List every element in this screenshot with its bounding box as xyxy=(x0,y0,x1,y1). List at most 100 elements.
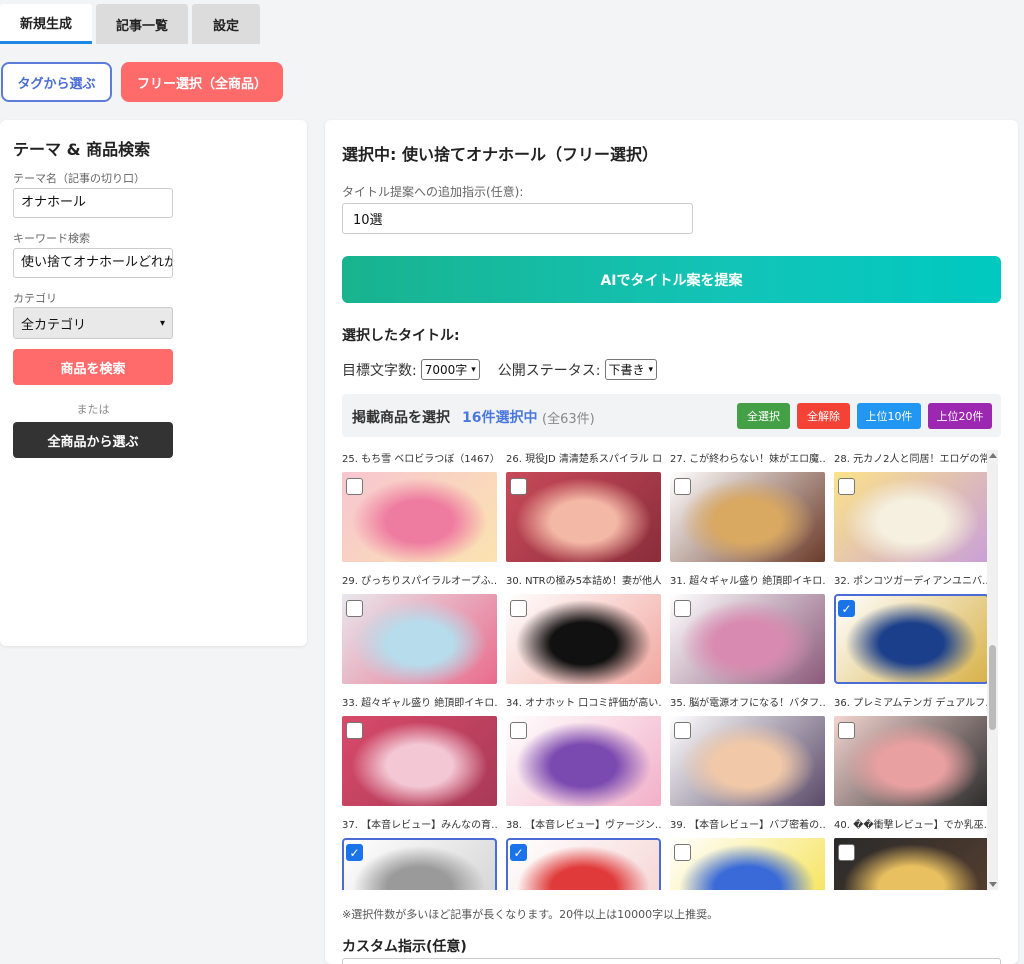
chevron-down-icon: ▾ xyxy=(648,364,654,375)
product-title: 26. 現役JD 清清楚系スパイラル ロ… xyxy=(506,454,661,465)
product-checkbox[interactable] xyxy=(346,478,363,495)
product-checkbox[interactable]: ✓ xyxy=(510,844,527,861)
product-checkbox[interactable] xyxy=(674,478,691,495)
selected-title-label: 選択したタイトル: xyxy=(342,328,460,344)
tab-articles[interactable]: 記事一覧 xyxy=(96,4,188,44)
product-checkbox[interactable] xyxy=(510,722,527,739)
tab-new[interactable]: 新規生成 xyxy=(0,4,92,44)
product-title: 35. 脳が電源オフになる！バタフ… xyxy=(670,698,825,709)
custom-instruction-label: カスタム指示(任意) xyxy=(342,939,467,955)
product-title: 38. 【本音レビュー】ヴァージン… xyxy=(506,820,661,831)
product-card[interactable]: 35. 脳が電源オフになる！バタフ… xyxy=(670,694,825,834)
product-thumbnail[interactable] xyxy=(506,594,661,684)
product-checkbox[interactable] xyxy=(510,600,527,617)
product-title: 36. プレミアムテンガ デュアルフ… xyxy=(834,698,989,709)
keyword-input[interactable]: 使い捨てオナホールどれが xyxy=(13,248,173,278)
product-thumbnail[interactable] xyxy=(834,838,989,890)
check-icon: ✓ xyxy=(349,845,360,860)
grid-scrollbar[interactable] xyxy=(987,450,998,890)
custom-instruction-input[interactable] xyxy=(342,958,1001,964)
product-card[interactable]: 38. 【本音レビュー】ヴァージン… ✓ xyxy=(506,816,661,890)
choose-all-products-button[interactable]: 全商品から選ぶ xyxy=(13,422,173,458)
product-checkbox[interactable]: ✓ xyxy=(838,600,855,617)
scroll-thumb[interactable] xyxy=(989,645,996,730)
product-title: 29. ぴっちりスパイラルオープふ… xyxy=(342,576,497,587)
tab-settings[interactable]: 設定 xyxy=(192,4,260,44)
product-checkbox[interactable] xyxy=(838,722,855,739)
top10-button[interactable]: 上位10件 xyxy=(857,403,921,429)
theme-input[interactable]: オナホール xyxy=(13,188,173,218)
product-thumbnail[interactable] xyxy=(670,472,825,562)
product-title: 25. もち雪 ベロビラつぼ（1467）… xyxy=(342,454,497,465)
product-title: 39. 【本音レビュー】バブ密着の… xyxy=(670,820,825,831)
product-title: 31. 超々ギャル盛り 絶頂即イキロ… xyxy=(670,576,825,587)
product-checkbox[interactable] xyxy=(674,722,691,739)
product-card[interactable]: 37. 【本音レビュー】みんなの育… ✓ xyxy=(342,816,497,890)
product-thumbnail[interactable] xyxy=(342,472,497,562)
theme-search-panel: テーマ & 商品検索 テーマ名（記事の切り口） オナホール キーワード検索 使い… xyxy=(0,120,307,646)
selected-count: 16件選択中 xyxy=(462,410,538,426)
category-label: カテゴリ xyxy=(13,292,57,305)
product-card[interactable]: 39. 【本音レビュー】バブ密着の… xyxy=(670,816,825,890)
product-card[interactable]: 28. 元カノ2人と同居！エロゲの常… xyxy=(834,450,989,590)
search-products-button[interactable]: 商品を検索 xyxy=(13,349,173,385)
product-checkbox[interactable] xyxy=(346,600,363,617)
product-checkbox[interactable] xyxy=(838,844,855,861)
product-checkbox[interactable] xyxy=(674,844,691,861)
product-title: 33. 超々ギャル盛り 絶頂即イキロ… xyxy=(342,698,497,709)
target-length-select[interactable]: 7000字 ▾ xyxy=(420,359,480,380)
product-thumbnail[interactable] xyxy=(834,594,989,684)
product-card[interactable]: 33. 超々ギャル盛り 絶頂即イキロ… xyxy=(342,694,497,834)
product-thumbnail[interactable] xyxy=(834,716,989,806)
product-card[interactable]: 26. 現役JD 清清楚系スパイラル ロ… xyxy=(506,450,661,590)
extra-instruction-input[interactable]: 10選 xyxy=(342,203,693,234)
options-row: 目標文字数: 7000字 ▾ 公開ステータス: 下書き ▾ xyxy=(342,359,658,380)
keyword-label: キーワード検索 xyxy=(13,232,90,245)
product-card[interactable]: 27. こが終わらない！妹がエロ魔… xyxy=(670,450,825,590)
check-icon: ✓ xyxy=(513,845,524,860)
select-by-tag-button[interactable]: タグから選ぶ xyxy=(1,62,112,102)
product-card[interactable]: 36. プレミアムテンガ デュアルフ… xyxy=(834,694,989,834)
product-card[interactable]: 25. もち雪 ベロビラつぼ（1467）… xyxy=(342,450,497,590)
product-thumbnail[interactable] xyxy=(670,838,825,890)
product-card[interactable]: 32. ポンコツガーディアンユニバ… ✓ xyxy=(834,572,989,712)
product-title: 40. ��衝撃レビュー】でか乳巫… xyxy=(834,820,989,831)
check-icon: ✓ xyxy=(841,601,852,616)
product-checkbox[interactable] xyxy=(674,600,691,617)
scroll-down-icon[interactable] xyxy=(989,882,997,887)
product-thumbnail[interactable] xyxy=(670,716,825,806)
product-checkbox[interactable] xyxy=(838,478,855,495)
scroll-up-icon[interactable] xyxy=(989,453,997,458)
product-thumbnail[interactable] xyxy=(506,472,661,562)
product-thumbnail[interactable] xyxy=(506,838,661,890)
category-select[interactable]: 全カテゴリ ▾ xyxy=(13,307,173,339)
selection-note: ※選択件数が多いほど記事が長くなります。20件以上は10000字以上推奨。 xyxy=(342,908,719,921)
product-checkbox[interactable] xyxy=(346,722,363,739)
product-thumbnail[interactable] xyxy=(342,594,497,684)
product-thumbnail[interactable] xyxy=(506,716,661,806)
product-title: 34. オナホット 口コミ評価が高い… xyxy=(506,698,661,709)
publish-status-select[interactable]: 下書き ▾ xyxy=(604,359,658,380)
select-all-button[interactable]: 全選択 xyxy=(737,403,790,429)
product-card[interactable]: 40. ��衝撃レビュー】でか乳巫… xyxy=(834,816,989,890)
product-thumbnail[interactable] xyxy=(342,838,497,890)
product-checkbox[interactable]: ✓ xyxy=(346,844,363,861)
product-card[interactable]: 30. NTRの極み5本詰め！妻が他人… xyxy=(506,572,661,712)
product-card[interactable]: 29. ぴっちりスパイラルオープふ… xyxy=(342,572,497,712)
deselect-all-button[interactable]: 全解除 xyxy=(797,403,850,429)
product-thumbnail[interactable] xyxy=(670,594,825,684)
target-length-label: 目標文字数: xyxy=(342,362,417,379)
product-card[interactable]: 31. 超々ギャル盛り 絶頂即イキロ… xyxy=(670,572,825,712)
free-select-button[interactable]: フリー選択（全商品） xyxy=(121,62,283,102)
panel-title: テーマ & 商品検索 xyxy=(13,140,151,159)
top20-button[interactable]: 上位20件 xyxy=(928,403,992,429)
ai-suggest-titles-button[interactable]: AIでタイトル案を提案 xyxy=(342,256,1001,303)
product-thumbnail[interactable] xyxy=(342,716,497,806)
chevron-down-icon: ▾ xyxy=(471,364,476,375)
product-title: 28. 元カノ2人と同居！エロゲの常… xyxy=(834,454,989,465)
theme-label: テーマ名（記事の切り口） xyxy=(13,172,145,185)
product-card[interactable]: 34. オナホット 口コミ評価が高い… xyxy=(506,694,661,834)
product-thumbnail[interactable] xyxy=(834,472,989,562)
product-checkbox[interactable] xyxy=(510,478,527,495)
product-title: 37. 【本音レビュー】みんなの育… xyxy=(342,820,497,831)
